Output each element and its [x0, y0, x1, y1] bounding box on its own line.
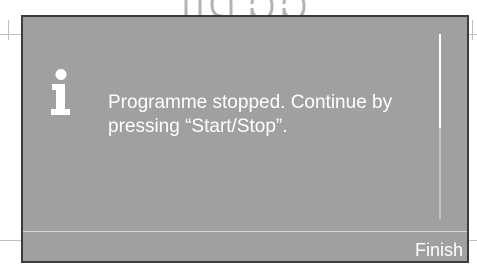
- background-divider-bottom: [0, 240, 21, 241]
- background-frame-right: [472, 20, 473, 40]
- dialog-scrollbar-thumb[interactable]: [439, 34, 441, 128]
- background-divider-top-right: [469, 34, 477, 35]
- background-divider-top: [0, 34, 21, 35]
- dialog-scrollbar[interactable]: [439, 34, 441, 219]
- screen: Programme stopped. Continue by pressing …: [0, 0, 477, 273]
- info-dialog: Programme stopped. Continue by pressing …: [21, 15, 469, 263]
- background-frame-left: [8, 20, 9, 40]
- dialog-message: Programme stopped. Continue by pressing …: [108, 92, 393, 137]
- finish-button[interactable]: Finish: [413, 239, 465, 261]
- dialog-footer-divider: [23, 231, 467, 232]
- background-divider-bottom-right: [469, 240, 477, 241]
- info-icon: [49, 69, 71, 117]
